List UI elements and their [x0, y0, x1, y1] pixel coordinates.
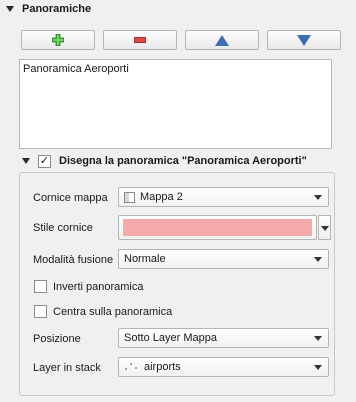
- blend-mode-combo[interactable]: Normale: [118, 249, 329, 269]
- frame-style-menu-button[interactable]: [318, 215, 331, 240]
- blend-mode-label: Modalità fusione: [33, 254, 114, 266]
- invert-overview-checkbox[interactable]: [34, 280, 47, 293]
- position-value: Sotto Layer Mappa: [124, 332, 217, 344]
- move-overview-up-button[interactable]: [185, 30, 259, 50]
- triangle-down-icon: [297, 34, 311, 46]
- collapse-triangle-icon[interactable]: [6, 5, 14, 12]
- frame-style-label: Stile cornice: [33, 222, 93, 234]
- collapse-triangle-icon[interactable]: [22, 158, 30, 164]
- overview-list[interactable]: Panoramica Aeroporti: [19, 59, 332, 149]
- frame-map-label: Cornice mappa: [33, 192, 108, 204]
- plus-icon: [52, 34, 64, 46]
- stack-layer-label: Layer in stack: [33, 362, 101, 374]
- map-icon: [124, 191, 135, 203]
- blend-mode-value: Normale: [124, 253, 166, 265]
- frame-map-value: Mappa 2: [140, 191, 183, 203]
- stack-layer-combo[interactable]: airports: [118, 357, 329, 377]
- invert-overview-row[interactable]: Inverti panoramica: [34, 280, 144, 293]
- stack-layer-value: airports: [144, 361, 181, 373]
- position-combo[interactable]: Sotto Layer Mappa: [118, 328, 329, 348]
- section-title: Panoramiche: [22, 2, 92, 15]
- minus-icon: [134, 37, 146, 43]
- overview-toolbar: [21, 30, 341, 50]
- add-overview-button[interactable]: [21, 30, 95, 50]
- frame-style-color-button[interactable]: [118, 215, 317, 240]
- group-title[interactable]: Disegna la panoramica "Panoramica Aeropo…: [59, 155, 307, 167]
- invert-overview-label[interactable]: Inverti panoramica: [53, 281, 144, 293]
- center-overview-row[interactable]: Centra sulla panoramica: [34, 305, 172, 318]
- remove-overview-button[interactable]: [103, 30, 177, 50]
- chevron-down-icon: [314, 336, 322, 341]
- move-overview-down-button[interactable]: [267, 30, 341, 50]
- chevron-down-icon: [314, 195, 322, 200]
- chevron-down-icon: [314, 365, 322, 370]
- position-label: Posizione: [33, 333, 81, 345]
- frame-style-color-swatch: [123, 219, 312, 236]
- draw-overview-checkbox[interactable]: ✓: [38, 154, 51, 168]
- chevron-down-icon: [321, 226, 329, 231]
- chevron-down-icon: [314, 257, 322, 262]
- list-item[interactable]: Panoramica Aeroporti: [20, 60, 331, 78]
- frame-map-combo[interactable]: Mappa 2: [118, 187, 329, 207]
- center-overview-label[interactable]: Centra sulla panoramica: [53, 306, 172, 318]
- point-layer-icon: [124, 361, 138, 373]
- overviews-section-header[interactable]: Panoramiche: [0, 0, 356, 17]
- center-overview-checkbox[interactable]: [34, 305, 47, 318]
- draw-overview-group-header: ✓ Disegna la panoramica "Panoramica Aero…: [22, 153, 352, 169]
- triangle-up-icon: [215, 34, 229, 46]
